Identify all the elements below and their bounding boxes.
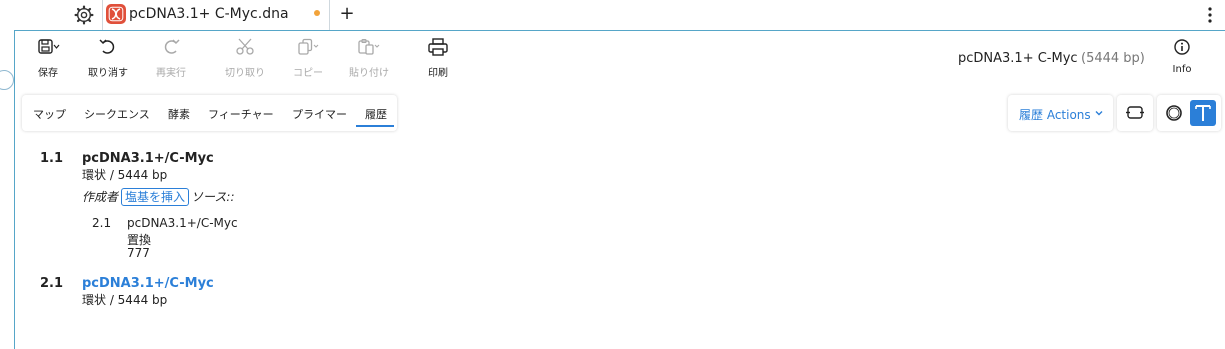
scissors-icon (236, 38, 254, 55)
document-tab-title: pcDNA3.1+ C-Myc.dna (129, 6, 289, 22)
history-entry-title: pcDNA3.1+/C-Myc (82, 151, 214, 166)
tab-enzymes[interactable]: 酵素 (168, 106, 190, 122)
cut-label: 切り取り (225, 68, 265, 79)
document-tab[interactable]: pcDNA3.1+ C-Myc.dna (102, 0, 330, 30)
sequence-name: pcDNA3.1+ C-Myc (958, 51, 1078, 66)
undo-label: 取り消す (88, 68, 128, 79)
frame-icon (1126, 106, 1144, 119)
undo-button[interactable]: 取り消す (81, 38, 135, 82)
paste-icon (358, 38, 380, 55)
view-mode-toggle (1157, 95, 1221, 131)
sidebar-toggle-button[interactable] (0, 70, 14, 90)
chevron-down-icon (1095, 111, 1103, 116)
redo-icon (164, 39, 180, 54)
tab-features[interactable]: フィーチャー (208, 106, 274, 122)
gear-icon (74, 5, 94, 25)
app-logo-icon (106, 4, 126, 24)
unsaved-indicator (314, 10, 320, 16)
active-tab-indicator (356, 125, 394, 127)
print-label: 印刷 (428, 68, 448, 79)
redo-button[interactable]: 再実行 (144, 38, 198, 82)
save-icon (38, 39, 60, 54)
circular-view-button[interactable] (1161, 100, 1187, 126)
tab-history[interactable]: 履歴 (365, 106, 387, 122)
tab-primers[interactable]: プライマー (292, 106, 347, 122)
view-tabs: マップ シークエンス 酵素 フィーチャー プライマー 履歴 (22, 95, 397, 131)
tab-map[interactable]: マップ (33, 106, 66, 122)
cut-button[interactable]: 切り取り (218, 38, 272, 82)
new-tab-button[interactable]: + (338, 4, 356, 24)
history-child-title: pcDNA3.1+/C-Myc (127, 216, 238, 230)
copy-button[interactable]: コピー (281, 38, 335, 82)
save-label: 保存 (38, 68, 58, 79)
tab-sequence[interactable]: シークエンス (84, 106, 150, 122)
more-menu-button[interactable] (1203, 5, 1217, 25)
printer-icon (428, 38, 448, 56)
text-t-icon (1195, 105, 1211, 121)
history-source-label: ソース:: (191, 190, 235, 204)
paste-button[interactable]: 貼り付け (342, 38, 396, 82)
copy-label: コピー (293, 68, 323, 79)
history-entry-topology: 環状 / 5444 bp (82, 293, 168, 307)
history-author-label: 作成者 (82, 190, 119, 204)
sequence-length: (5444 bp) (1081, 51, 1145, 66)
info-button[interactable]: Info (1155, 38, 1209, 82)
left-sidebar-edge (0, 30, 15, 349)
history-child-value: 777 (127, 246, 150, 260)
settings-button[interactable] (74, 5, 94, 25)
history-entry-number: 2.1 (40, 276, 64, 291)
info-icon (1174, 39, 1190, 55)
history-actions-label: 履歴 Actions (1019, 108, 1091, 122)
history-entry-topology: 環状 / 5444 bp (82, 168, 168, 182)
undo-icon (99, 39, 115, 54)
history-child-number: 2.1 (92, 216, 112, 230)
save-button[interactable]: 保存 (21, 38, 75, 82)
fit-view-button[interactable] (1117, 95, 1153, 131)
history-entry-title-link[interactable]: pcDNA3.1+/C-Myc (82, 276, 214, 291)
insert-bases-chip[interactable]: 塩基を挿入 (121, 188, 190, 206)
paste-label: 貼り付け (349, 68, 389, 79)
print-button[interactable]: 印刷 (411, 38, 465, 82)
redo-label: 再実行 (156, 68, 186, 79)
vertical-ellipsis-icon (1208, 7, 1212, 23)
history-actions-dropdown[interactable]: 履歴 Actions (1008, 95, 1113, 131)
tab-strip: pcDNA3.1+ C-Myc.dna + (0, 0, 1225, 31)
info-label: Info (1172, 64, 1192, 75)
history-entry-number: 1.1 (40, 151, 64, 166)
text-view-button[interactable] (1190, 100, 1216, 126)
circle-icon (1166, 105, 1182, 121)
copy-icon (298, 38, 319, 55)
